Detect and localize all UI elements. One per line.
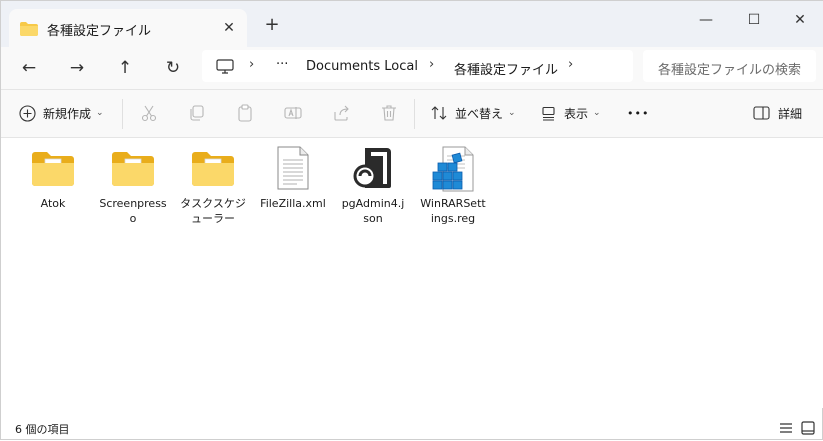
search-placeholder: 各種設定ファイルの検索 [658,63,802,78]
navigation-bar: ← → ↑ ↻ › ··· Documents Local › 各種設定ファイル… [1,47,823,90]
divider [122,99,123,129]
sort-button[interactable]: 並べ替え ⌄ [430,101,516,125]
file-item-pgadmin4-json[interactable]: pgAdmin4.json [339,146,407,226]
back-button[interactable]: ← [16,56,42,80]
item-count: 6 個の項目 [15,423,70,436]
breadcrumb-chevron[interactable]: › [568,57,573,72]
file-item-task-scheduler[interactable]: タスクスケジューラー [179,146,247,226]
json-file-icon [353,148,391,188]
view-button[interactable]: 表示 ⌄ [541,101,601,125]
chevron-down-icon: ⌄ [508,108,516,118]
cut-icon[interactable] [139,103,159,123]
new-tab-button[interactable]: + [260,15,284,37]
document-icon [277,146,309,190]
breadcrumb-item[interactable]: Documents Local [306,59,418,74]
details-pane-icon [753,106,770,120]
tab-current-folder[interactable]: 各種設定ファイル ✕ [9,9,247,47]
paste-icon[interactable] [235,103,255,123]
new-button[interactable]: 新規作成 ⌄ [19,101,104,125]
refresh-button[interactable]: ↻ [160,56,186,80]
minimize-button[interactable]: — [694,10,718,30]
chevron-down-icon: ⌄ [96,108,104,118]
view-button-label: 表示 [564,106,589,121]
computer-icon[interactable] [216,59,234,78]
breadcrumb-chevron[interactable]: › [249,57,254,72]
tiles-view-icon[interactable] [800,420,816,436]
details-pane-label: 詳細 [778,106,803,121]
file-item-screenpresso[interactable]: Screenpresso [99,146,167,226]
title-bar: 各種設定ファイル ✕ + — ☐ ✕ [1,1,823,47]
file-explorer-window: 各種設定ファイル ✕ + — ☐ ✕ ← → ↑ ↻ › ··· Documen… [0,0,823,440]
file-item-filezilla-xml[interactable]: FileZilla.xml [259,146,327,211]
folder-icon [192,152,234,186]
chevron-down-icon: ⌄ [593,108,601,118]
delete-icon[interactable] [379,103,399,123]
share-icon[interactable] [331,103,351,123]
more-options-button[interactable]: ••• [627,101,649,125]
tab-close-button[interactable]: ✕ [219,18,239,38]
file-item-atok[interactable]: Atok [19,146,87,211]
file-item-winrarsettings-reg[interactable]: WinRARSettings.reg [419,146,487,226]
rename-icon[interactable] [283,103,303,123]
up-button[interactable]: ↑ [112,56,138,80]
command-bar: 新規作成 ⌄ 並べ替え ⌄ 表示 ⌄ ••• 詳細 [1,90,823,138]
search-input[interactable]: 各種設定ファイルの検索 [643,50,816,82]
details-pane-button[interactable]: 詳細 [753,101,802,125]
folder-icon [20,21,38,40]
folder-icon [112,152,154,186]
file-item-label: Atok [40,197,66,210]
file-item-label: FileZilla.xml [260,197,326,210]
file-item-label: WinRARSettings.reg [420,197,486,225]
maximize-button[interactable]: ☐ [742,10,766,30]
file-item-label: タスクスケジューラー [180,197,246,225]
address-bar[interactable]: › ··· Documents Local › 各種設定ファイル › [202,50,633,82]
sort-button-label: 並べ替え [455,106,504,121]
breadcrumb-more[interactable]: ··· [276,57,288,72]
plus-circle-icon [19,104,36,122]
new-button-label: 新規作成 [43,106,92,121]
details-view-icon[interactable] [778,420,794,436]
breadcrumb-chevron[interactable]: › [429,57,434,72]
folder-icon [32,152,74,186]
sort-icon [431,106,447,120]
file-list: Atok Screenpresso タスクスケジューラー FileZilla.x… [1,138,823,408]
file-item-label: pgAdmin4.json [341,197,405,225]
breadcrumb-item-current[interactable]: 各種設定ファイル [454,59,558,78]
view-icon [542,106,555,121]
copy-icon[interactable] [187,103,207,123]
tab-title: 各種設定ファイル [47,24,152,39]
forward-button[interactable]: → [64,56,90,80]
close-window-button[interactable]: ✕ [788,10,812,30]
registry-file-icon [432,146,474,192]
divider [414,99,415,129]
file-item-label: Screenpresso [99,197,167,225]
status-bar: 6 個の項目 [1,411,823,441]
